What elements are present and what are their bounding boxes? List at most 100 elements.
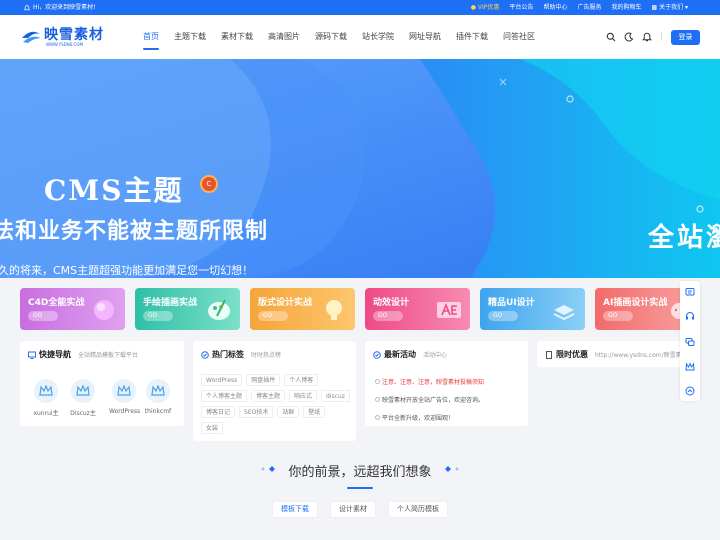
nav-academy[interactable]: 站长学院 <box>362 15 394 59</box>
nav-plugins[interactable]: 插件下载 <box>456 15 488 59</box>
quick-nav-item[interactable]: xunrui主 <box>31 379 61 417</box>
tag-item[interactable]: 响应式 <box>289 390 318 402</box>
cart-link[interactable]: 我的购物车 <box>611 0 641 15</box>
card-subtitle: 活动中心 <box>423 352 448 359</box>
main-header: 映雪素材 WWW.YSDNS.COM 首页 主题下载 素材下载 高清图片 源码下… <box>0 15 720 59</box>
activity-icon <box>373 350 381 359</box>
sphere-icon <box>94 300 114 320</box>
tag-item[interactable]: 网盘插件 <box>246 374 281 386</box>
wechat-icon[interactable] <box>685 336 695 346</box>
nav-images[interactable]: 高清图片 <box>268 15 300 59</box>
floating-toolbar <box>680 281 700 401</box>
site-logo[interactable]: 映雪素材 WWW.YSDNS.COM <box>20 23 103 53</box>
crown-icon <box>151 385 165 396</box>
category-c4d[interactable]: C4D全能实战 GO <box>20 288 125 330</box>
monitor-icon <box>28 351 36 359</box>
document-icon <box>546 350 552 359</box>
quick-nav-item[interactable]: thinkcmf <box>143 379 173 415</box>
logo-mark-icon <box>22 31 41 43</box>
greeting: Hi，欢迎来到映雪素材! <box>24 0 96 15</box>
tag-item[interactable]: discuz <box>321 390 350 402</box>
card-subtitle: http://www.ysdns.com/映雪素材 <box>595 352 688 359</box>
quick-nav-item[interactable]: Discuz主 <box>68 379 98 417</box>
login-button[interactable]: 登录 <box>671 30 700 45</box>
category-title: 动效设计 <box>373 298 410 308</box>
card-subtitle: 时时热点榜 <box>251 352 282 359</box>
nav-qa[interactable]: 问答社区 <box>503 15 535 59</box>
tag-item[interactable]: WordPress <box>201 374 243 386</box>
tag-item[interactable]: SEO技术 <box>239 406 274 418</box>
card-title: 快捷导航 <box>39 350 71 359</box>
card-title: 最新活动 <box>384 350 416 359</box>
crown-icon <box>76 385 90 396</box>
category-title: AI插画设计实战 <box>603 298 668 308</box>
banner-badge: C <box>200 175 218 193</box>
tag-item[interactable]: 博客日记 <box>201 406 236 418</box>
search-icon[interactable] <box>606 31 616 42</box>
vip-link[interactable]: ● VIP优惠 <box>471 0 500 15</box>
help-link[interactable]: 帮助中心 <box>543 0 567 15</box>
ad-service-link[interactable]: 广告服务 <box>577 0 601 15</box>
headset-icon[interactable] <box>685 310 695 320</box>
tag-item[interactable]: 博客主题 <box>251 390 286 402</box>
tab-resume-templates[interactable]: 个人简历模板 <box>388 501 448 518</box>
category-motion[interactable]: 动效设计 GO <box>365 288 470 330</box>
go-button[interactable]: GO <box>373 311 403 321</box>
about-dropdown[interactable]: ▩ 关于我们 ▾ <box>651 0 688 15</box>
go-button[interactable]: GO <box>258 311 288 321</box>
vip-crown-icon[interactable] <box>685 361 695 371</box>
promo-card: 限时优惠 http://www.ysdns.com/映雪素材 <box>537 341 700 367</box>
tab-design-assets[interactable]: 设计素材 <box>330 501 376 518</box>
nav-assets[interactable]: 素材下载 <box>221 15 253 59</box>
header-divider <box>661 32 662 41</box>
hero-banner[interactable]: CMS主题 C 法和业务不能被主题所限制 久的将来，CMS主题超强功能更加满足您… <box>0 59 720 278</box>
top-bar: Hi，欢迎来到映雪素材! ● VIP优惠 平台公告 帮助中心 广告服务 我的购物… <box>0 0 720 15</box>
category-layout[interactable]: 版式设计实战 GO <box>250 288 355 330</box>
go-button[interactable]: GO <box>28 311 58 321</box>
category-illustration[interactable]: 手绘插画实战 GO <box>135 288 240 330</box>
nav-themes[interactable]: 主题下载 <box>174 15 206 59</box>
crown-icon <box>117 385 131 396</box>
notification-bell-icon[interactable] <box>642 31 652 42</box>
crown-icon <box>39 385 53 396</box>
slogan-underline <box>347 487 373 489</box>
back-to-top-icon[interactable] <box>685 385 695 396</box>
tag-item[interactable]: 女装 <box>201 422 224 434</box>
activity-item[interactable]: 平台全新升级，欢迎围观！ <box>375 413 484 422</box>
tag-icon <box>201 350 209 359</box>
category-ui[interactable]: 精品UI设计 GO <box>480 288 585 330</box>
nav-home[interactable]: 首页 <box>143 15 159 59</box>
category-title: C4D全能实战 <box>28 298 85 308</box>
palette-icon <box>208 299 230 320</box>
tag-item[interactable]: 个人博客主题 <box>201 390 248 402</box>
tag-item[interactable]: 壁纸 <box>303 406 326 418</box>
lightbulb-icon <box>326 300 342 320</box>
tag-item[interactable]: 站群 <box>277 406 300 418</box>
tag-item[interactable]: 个人博客 <box>284 374 319 386</box>
activity-item[interactable]: 注意、注意、注意，映雪素材投稿须知 <box>375 377 484 386</box>
go-button[interactable]: GO <box>143 311 173 321</box>
go-button[interactable]: GO <box>603 311 633 321</box>
announcement-link[interactable]: 平台公告 <box>509 0 533 15</box>
activity-item[interactable]: 映雪素材开放全站广告位，欢迎咨询。 <box>375 395 484 404</box>
layers-icon <box>553 305 575 321</box>
bell-icon <box>24 4 30 10</box>
nav-source[interactable]: 源码下载 <box>315 15 347 59</box>
ae-logo-icon <box>437 302 461 318</box>
banner-description: 久的将来，CMS主题超强功能更加满足您一切幻想！ <box>0 264 254 277</box>
message-icon[interactable] <box>685 286 695 296</box>
category-title: 手绘插画实战 <box>143 298 198 308</box>
category-title: 精品UI设计 <box>488 298 535 308</box>
activity-card: 最新活动 活动中心 注意、注意、注意，映雪素材投稿须知 映雪素材开放全站广告位，… <box>365 341 528 426</box>
nav-directory[interactable]: 网址导航 <box>409 15 441 59</box>
hot-tags-card: 热门标签 时时热点榜 WordPress 网盘插件 个人博客 个人博客主题 博客… <box>193 341 356 441</box>
logo-url: WWW.YSDNS.COM <box>46 42 83 47</box>
tab-templates[interactable]: 模板下载 <box>272 501 318 518</box>
go-button[interactable]: GO <box>488 311 518 321</box>
category-title: 版式设计实战 <box>258 298 313 308</box>
theme-toggle-icon[interactable] <box>624 31 634 42</box>
logo-name: 映雪素材 <box>44 27 104 43</box>
card-subtitle: 全站精品模板下载平台 <box>78 352 139 359</box>
tag-list: WordPress 网盘插件 个人博客 个人博客主题 博客主题 响应式 disc… <box>201 374 351 434</box>
quick-nav-item[interactable]: WordPress <box>109 379 140 415</box>
